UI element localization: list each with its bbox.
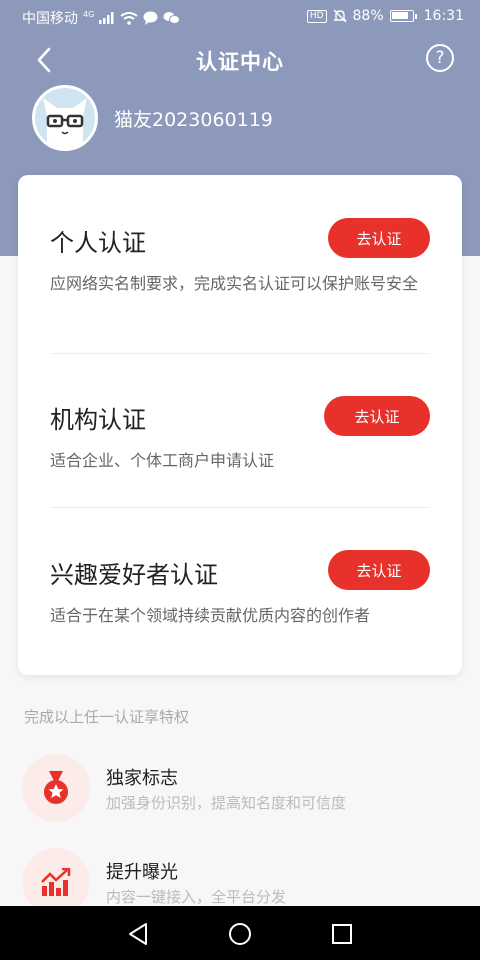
nav-recents-button[interactable] <box>328 920 356 948</box>
message-bubble-icon <box>143 11 158 25</box>
status-bar: 中国移动 4G HD 88% 16:31 <box>0 0 480 34</box>
organization-certification: 机构认证 去认证 适合企业、个体工商户申请认证 <box>50 396 430 473</box>
battery-percent: 88% <box>352 8 384 24</box>
nav-back-button[interactable] <box>124 920 152 948</box>
divider <box>50 507 430 508</box>
cert-desc-organization: 适合企业、个体工商户申请认证 <box>50 451 275 470</box>
personal-certify-button[interactable]: 去认证 <box>328 218 430 258</box>
system-navigation-bar <box>0 906 480 960</box>
page-title: 认证中心 <box>196 50 284 74</box>
wechat-icon <box>163 11 181 25</box>
perk-title: 提升曝光 <box>106 862 178 883</box>
cert-desc-hobbyist: 适合于在某个领域持续贡献优质内容的创作者 <box>50 606 371 625</box>
top-app-bar: 认证中心 ? <box>0 34 480 84</box>
signal-icon <box>99 12 115 24</box>
carrier-label: 中国移动 <box>22 11 78 27</box>
perk-desc: 加强身份识别，提高知名度和可信度 <box>106 794 347 812</box>
battery-icon <box>389 10 417 22</box>
cat-avatar-icon <box>35 88 95 148</box>
hobbyist-certify-button[interactable]: 去认证 <box>328 550 430 590</box>
perk-icon-wrapper <box>22 754 90 822</box>
wifi-icon <box>120 11 138 25</box>
personal-certification: 个人认证 去认证 应网络实名制要求，完成实名认证可以保护账号安全 <box>50 218 430 296</box>
certification-card: 个人认证 去认证 应网络实名制要求，完成实名认证可以保护账号安全 机构认证 去认… <box>18 175 462 675</box>
circle-home-icon <box>229 923 251 945</box>
medal-icon <box>44 771 68 804</box>
cert-desc-personal: 应网络实名制要求，完成实名认证可以保护账号安全 <box>50 274 419 293</box>
avatar[interactable] <box>32 85 98 151</box>
perk-item-badge: 独家标志 加强身份识别，提高知名度和可信度 <box>22 754 462 824</box>
divider <box>50 353 430 354</box>
square-recents-icon <box>332 924 352 944</box>
clock: 16:31 <box>423 8 464 24</box>
hd-badge: HD <box>306 9 327 23</box>
organization-certify-button[interactable]: 去认证 <box>324 396 430 436</box>
perks-section-title: 完成以上任一认证享特权 <box>24 708 190 726</box>
trend-chart-icon <box>41 868 71 896</box>
nav-home-button[interactable] <box>226 920 254 948</box>
network-type-label: 4G <box>83 9 95 19</box>
perk-desc: 内容一键接入，全平台分发 <box>106 888 287 906</box>
perk-title: 独家标志 <box>106 768 178 789</box>
hobbyist-certification: 兴趣爱好者认证 去认证 适合于在某个领域持续贡献优质内容的创作者 <box>50 550 430 628</box>
question-circle-icon: ? <box>435 48 445 68</box>
user-profile: 猫友2023060119 <box>32 85 273 151</box>
help-button[interactable]: ? <box>426 44 454 72</box>
triangle-back-icon <box>129 923 147 945</box>
mute-bell-icon <box>332 9 347 23</box>
username: 猫友2023060119 <box>114 108 273 131</box>
